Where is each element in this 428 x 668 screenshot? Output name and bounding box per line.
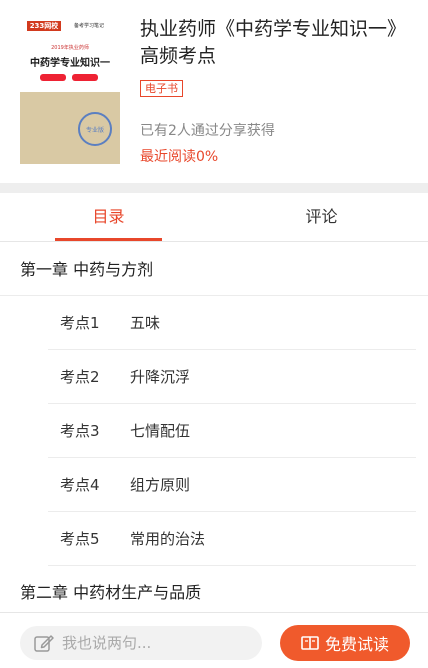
free-trial-button[interactable]: 免费试读 xyxy=(280,625,410,661)
tab-comments[interactable]: 评论 xyxy=(268,193,375,241)
cover-pill xyxy=(40,74,66,81)
book-title: 执业药师《中药学专业知识一》高频考点 xyxy=(140,18,407,67)
book-open-icon xyxy=(301,636,319,650)
share-count-text: 已有2人通过分享获得 xyxy=(140,123,275,139)
edit-icon xyxy=(34,635,54,652)
cover-stamp: 专业版 xyxy=(78,112,112,146)
tab-bar: 目录 评论 xyxy=(0,193,428,242)
toc-point-2[interactable]: 考点2 升降沉浮 xyxy=(48,350,416,404)
cover-logo: 233网校 xyxy=(27,21,61,31)
point-number: 考点3 xyxy=(60,422,100,440)
point-title: 升降沉浮 xyxy=(130,368,191,386)
free-trial-label: 免费试读 xyxy=(324,635,389,654)
tab-toc[interactable]: 目录 xyxy=(55,193,162,241)
point-title: 七情配伍 xyxy=(130,422,191,440)
point-number: 考点2 xyxy=(60,368,100,386)
cover-title: 中药学专业知识一 xyxy=(30,58,110,69)
tab-active-indicator xyxy=(55,238,162,241)
toc-point-5[interactable]: 考点5 常用的治法 xyxy=(48,512,416,566)
point-title: 常用的治法 xyxy=(130,530,206,548)
point-title: 组方原则 xyxy=(130,476,191,494)
cover-pill xyxy=(72,74,98,81)
book-cover[interactable]: 233网校 备考学习笔记 2019年执业药师 中药学专业知识一 专业版 xyxy=(20,14,120,164)
toc-chapter-1[interactable]: 第一章 中药与方剂 xyxy=(0,243,428,296)
bottom-action-bar: 我也说两句... 免费试读 xyxy=(0,612,428,668)
point-number: 考点1 xyxy=(60,314,100,332)
point-number: 考点4 xyxy=(60,476,100,494)
cover-year-line: 2019年执业药师 xyxy=(51,45,89,51)
ebook-badge: 电子书 xyxy=(140,80,183,97)
read-progress: 最近阅读0% xyxy=(140,149,219,165)
section-divider xyxy=(0,183,428,193)
comment-placeholder: 我也说两句... xyxy=(62,634,152,652)
point-title: 五味 xyxy=(130,314,161,332)
toc-point-3[interactable]: 考点3 七情配伍 xyxy=(48,404,416,458)
book-header: 233网校 备考学习笔记 2019年执业药师 中药学专业知识一 专业版 执业药师… xyxy=(0,0,428,183)
comment-input[interactable]: 我也说两句... xyxy=(20,626,262,660)
toc-point-1[interactable]: 考点1 五味 xyxy=(48,296,416,350)
point-number: 考点5 xyxy=(60,530,100,548)
toc-point-4[interactable]: 考点4 组方原则 xyxy=(48,458,416,512)
cover-tag: 备考学习笔记 xyxy=(74,23,105,29)
